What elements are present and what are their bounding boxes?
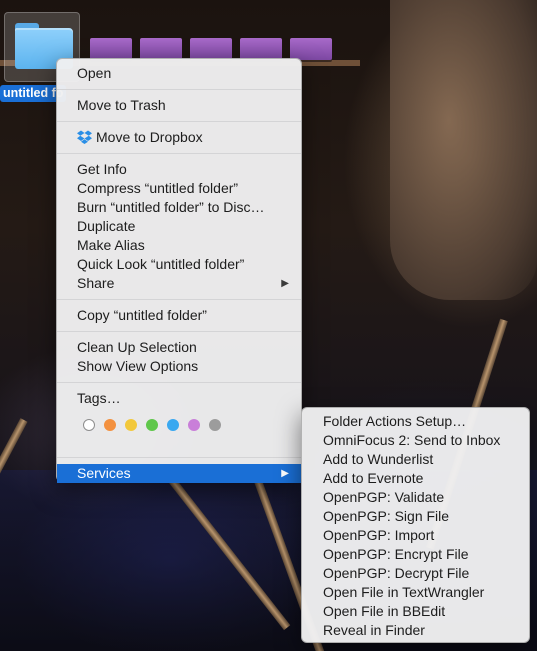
wallpaper-xylophone-bar bbox=[290, 38, 332, 60]
tag-green-dot[interactable] bbox=[146, 419, 158, 431]
menu-item-show-view-options[interactable]: Show View Options bbox=[57, 357, 301, 376]
submenu-item-reveal-in-finder[interactable]: Reveal in Finder bbox=[302, 621, 529, 640]
tag-none-dot[interactable] bbox=[83, 419, 95, 431]
menu-item-tags[interactable]: Tags… bbox=[57, 389, 301, 408]
menu-item-share[interactable]: Share ▶ bbox=[57, 274, 301, 293]
menu-item-label: Share bbox=[77, 275, 115, 291]
services-submenu: Folder Actions Setup… OmniFocus 2: Send … bbox=[301, 407, 530, 643]
submenu-arrow-icon: ▶ bbox=[281, 278, 289, 289]
submenu-item-openpgp-import[interactable]: OpenPGP: Import bbox=[302, 526, 529, 545]
menu-item-open[interactable]: Open bbox=[57, 64, 301, 83]
dropbox-icon bbox=[77, 130, 92, 144]
menu-item-burn[interactable]: Burn “untitled folder” to Disc… bbox=[57, 198, 301, 217]
tag-yellow-dot[interactable] bbox=[125, 419, 137, 431]
menu-separator bbox=[57, 382, 301, 383]
submenu-item-openpgp-validate[interactable]: OpenPGP: Validate bbox=[302, 488, 529, 507]
tag-gray-dot[interactable] bbox=[209, 419, 221, 431]
submenu-item-openpgp-sign-file[interactable]: OpenPGP: Sign File bbox=[302, 507, 529, 526]
menu-item-duplicate[interactable]: Duplicate bbox=[57, 217, 301, 236]
tag-blue-dot[interactable] bbox=[167, 419, 179, 431]
submenu-item-omnifocus-send-to-inbox[interactable]: OmniFocus 2: Send to Inbox bbox=[302, 431, 529, 450]
submenu-item-open-in-bbedit[interactable]: Open File in BBEdit bbox=[302, 602, 529, 621]
menu-item-move-to-dropbox[interactable]: Move to Dropbox bbox=[57, 128, 301, 147]
wallpaper-xylophone-bar bbox=[190, 38, 232, 60]
menu-separator bbox=[57, 153, 301, 154]
menu-item-label: Move to Dropbox bbox=[96, 129, 203, 145]
submenu-item-openpgp-encrypt-file[interactable]: OpenPGP: Encrypt File bbox=[302, 545, 529, 564]
context-menu: Open Move to Trash Move to Dropbox Get I… bbox=[56, 58, 302, 483]
menu-item-services[interactable]: Services ▶ bbox=[57, 464, 301, 483]
wallpaper-xylophone-bar bbox=[240, 38, 282, 60]
wallpaper-xylophone-bar bbox=[90, 38, 132, 60]
menu-separator bbox=[57, 89, 301, 90]
menu-separator bbox=[57, 299, 301, 300]
submenu-item-add-to-evernote[interactable]: Add to Evernote bbox=[302, 469, 529, 488]
menu-item-move-to-trash[interactable]: Move to Trash bbox=[57, 96, 301, 115]
tag-color-row bbox=[57, 413, 301, 437]
submenu-item-open-in-textwrangler[interactable]: Open File in TextWrangler bbox=[302, 583, 529, 602]
submenu-item-add-to-wunderlist[interactable]: Add to Wunderlist bbox=[302, 450, 529, 469]
menu-item-copy[interactable]: Copy “untitled folder” bbox=[57, 306, 301, 325]
tag-purple-dot[interactable] bbox=[188, 419, 200, 431]
submenu-arrow-icon: ▶ bbox=[281, 468, 289, 479]
wallpaper-figure bbox=[390, 0, 537, 300]
menu-separator bbox=[57, 457, 301, 458]
menu-spacer bbox=[57, 437, 301, 451]
menu-item-quick-look[interactable]: Quick Look “untitled folder” bbox=[57, 255, 301, 274]
menu-separator bbox=[57, 121, 301, 122]
menu-item-label: Services bbox=[77, 465, 131, 481]
menu-item-clean-up-selection[interactable]: Clean Up Selection bbox=[57, 338, 301, 357]
menu-item-compress[interactable]: Compress “untitled folder” bbox=[57, 179, 301, 198]
menu-separator bbox=[57, 331, 301, 332]
wallpaper-xylophone-bar bbox=[140, 38, 182, 60]
submenu-item-folder-actions-setup[interactable]: Folder Actions Setup… bbox=[302, 412, 529, 431]
menu-item-get-info[interactable]: Get Info bbox=[57, 160, 301, 179]
submenu-item-openpgp-decrypt-file[interactable]: OpenPGP: Decrypt File bbox=[302, 564, 529, 583]
menu-item-make-alias[interactable]: Make Alias bbox=[57, 236, 301, 255]
tag-orange-dot[interactable] bbox=[104, 419, 116, 431]
